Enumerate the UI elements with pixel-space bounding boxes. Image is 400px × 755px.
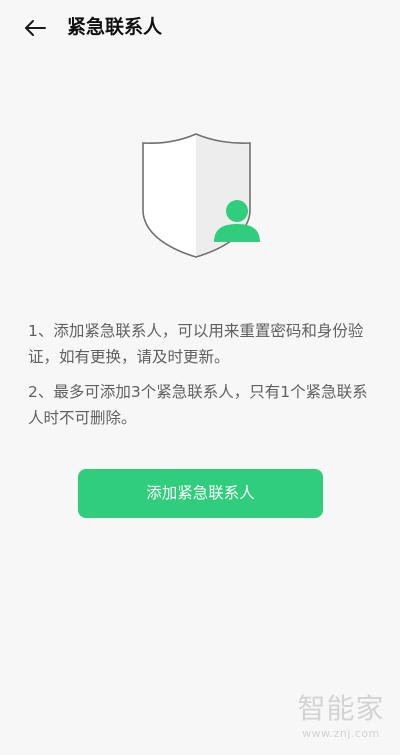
app-header: 紧急联系人 — [0, 0, 400, 56]
watermark-logo: 智能家 — [297, 692, 385, 725]
arrow-left-icon — [25, 20, 46, 36]
description-item-1: 1、添加紧急联系人，可以用来重置密码和身份验证，如有更换，请及时更新。 — [28, 322, 364, 366]
description-item-2: 2、最多可添加3个紧急联系人，只有1个紧急联系人时不可删除。 — [28, 383, 368, 427]
watermark: 智能家 www.znj.com — [288, 691, 394, 747]
add-emergency-contact-button[interactable]: 添加紧急联系人 — [78, 469, 323, 518]
security-contact-illustration — [140, 132, 264, 260]
back-button[interactable] — [18, 12, 52, 44]
watermark-url: www.znj.com — [302, 727, 380, 740]
page-title: 紧急联系人 — [67, 16, 163, 38]
